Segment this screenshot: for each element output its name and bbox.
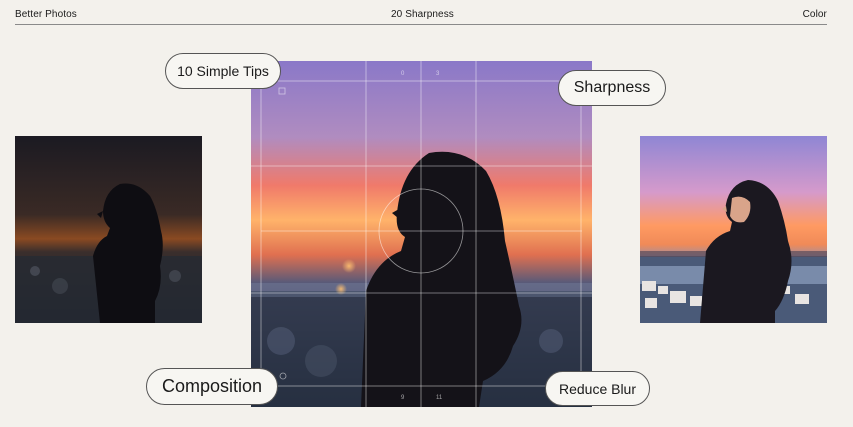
top-nav: Better Photos 20 Sharpness Color bbox=[15, 0, 827, 25]
photo-before-underexposed[interactable] bbox=[15, 136, 202, 323]
photo-after-sharp[interactable] bbox=[640, 136, 827, 323]
label-sharpness[interactable]: Sharpness bbox=[558, 70, 666, 106]
photo-composition-grid[interactable]: 0 3 9 11 bbox=[251, 61, 592, 407]
label-composition[interactable]: Composition bbox=[146, 368, 278, 405]
nav-link-color[interactable]: Color bbox=[803, 9, 827, 20]
label-reduce-blur[interactable]: Reduce Blur bbox=[545, 371, 650, 406]
label-10-simple-tips[interactable]: 10 Simple Tips bbox=[165, 53, 281, 89]
nav-link-sharpness[interactable]: 20 Sharpness bbox=[391, 9, 454, 20]
grid-label-bottom-right: 11 bbox=[436, 395, 443, 401]
nav-link-better-photos[interactable]: Better Photos bbox=[15, 9, 77, 20]
